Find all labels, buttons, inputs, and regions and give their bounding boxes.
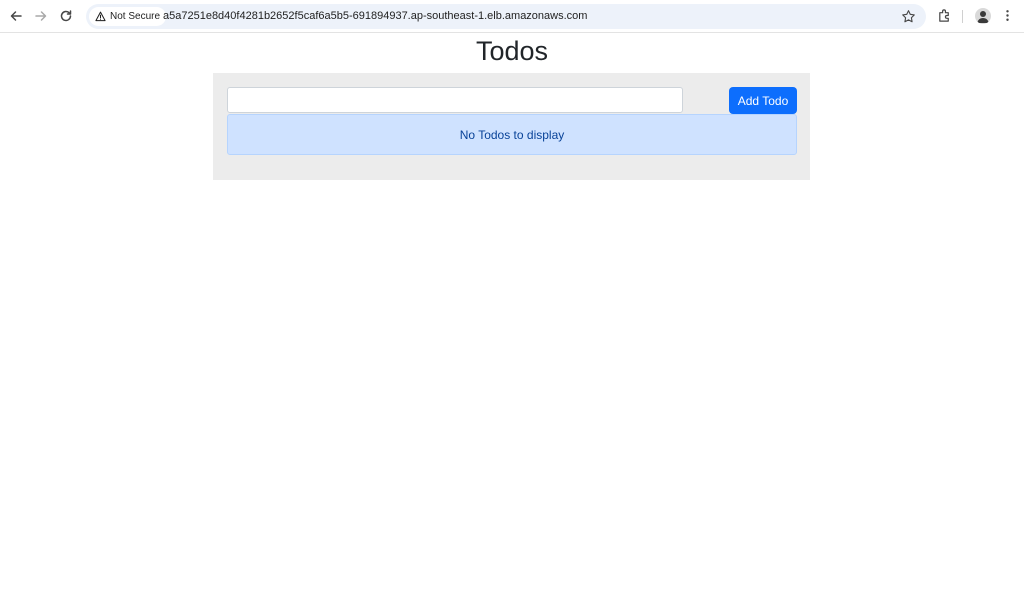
avatar[interactable] <box>975 8 991 24</box>
todo-input[interactable] <box>227 87 683 113</box>
security-chip[interactable]: Not Secure <box>89 7 167 26</box>
empty-todos-alert: No Todos to display <box>227 114 797 155</box>
back-arrow-icon <box>10 11 22 21</box>
more-menu-button[interactable] <box>999 7 1015 23</box>
empty-todos-message: No Todos to display <box>459 127 565 142</box>
security-label: Not Secure <box>110 11 161 22</box>
extensions-button[interactable] <box>936 7 952 23</box>
forward-arrow-icon <box>35 11 47 21</box>
address-bar[interactable]: Not Secure a5a7251e8d40f4281b2652f5caf6a… <box>86 4 926 29</box>
reload-button[interactable] <box>56 6 76 26</box>
warning-icon <box>95 11 106 22</box>
todo-panel: Add Todo No Todos to display <box>213 73 810 180</box>
add-todo-button[interactable]: Add Todo <box>729 87 797 114</box>
url-text[interactable]: a5a7251e8d40f4281b2652f5caf6a5b5-6918949… <box>163 10 587 22</box>
star-icon[interactable] <box>901 9 916 24</box>
forward-button[interactable] <box>31 6 51 26</box>
browser-toolbar: Not Secure a5a7251e8d40f4281b2652f5caf6a… <box>0 0 1024 33</box>
page-title: Todos <box>475 36 549 66</box>
more-menu-icon <box>1005 9 1009 21</box>
toolbar-separator <box>962 10 963 23</box>
reload-icon <box>60 10 72 22</box>
profile-icon <box>977 11 989 23</box>
back-button[interactable] <box>6 6 26 26</box>
extensions-icon <box>938 8 949 22</box>
